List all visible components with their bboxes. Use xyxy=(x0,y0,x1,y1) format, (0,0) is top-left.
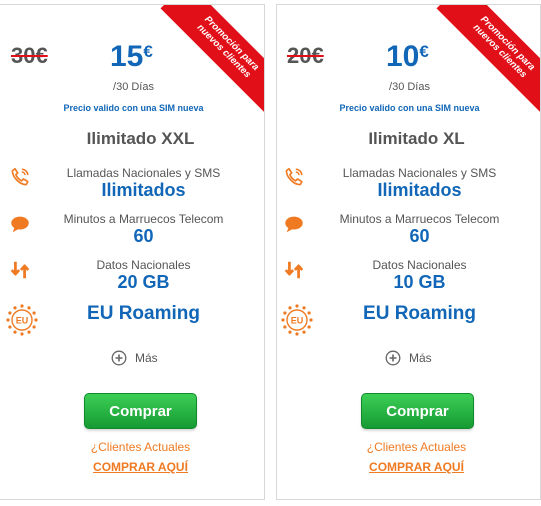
existing-clients-label: ¿Clientes Actuales xyxy=(90,440,191,454)
data-value: 20 GB xyxy=(117,272,170,292)
data-label: Datos Nacionales xyxy=(96,258,191,272)
promo-ribbon: Promoción para nuevos clientes xyxy=(160,5,264,115)
intl-minutes-value: 60 xyxy=(133,226,154,246)
current-price: 15€ xyxy=(110,40,153,74)
price-currency: € xyxy=(419,42,429,61)
promo-ribbon: Promoción para nuevos clientes xyxy=(436,5,540,115)
old-price: 30€ xyxy=(11,43,48,68)
price-valid-note: Precio valido con una SIM nueva xyxy=(63,103,204,113)
price-number: 10 xyxy=(386,40,420,73)
intl-minutes-label: Minutos a Marruecos Telecom xyxy=(339,212,500,226)
price-currency: € xyxy=(143,42,153,61)
existing-clients-label: ¿Clientes Actuales xyxy=(366,440,467,454)
intl-minutes-label: Minutos a Marruecos Telecom xyxy=(63,212,224,226)
calls-label: Llamadas Nacionales y SMS xyxy=(342,166,497,180)
more-details-toggle[interactable]: Más xyxy=(385,350,432,366)
billing-period: /30 Días xyxy=(389,81,430,93)
calls-value: Ilimitados xyxy=(101,180,186,200)
price-valid-note: Precio valido con una SIM nueva xyxy=(339,103,480,113)
buy-button[interactable]: Comprar xyxy=(361,393,474,429)
data-label: Datos Nacionales xyxy=(372,258,467,272)
plan-card-xxl: Promoción para nuevos clientes 30€ 15€ /… xyxy=(0,4,265,500)
eu-roaming: EU Roaming xyxy=(363,303,476,324)
plan-name: Ilimitado XL xyxy=(368,129,465,148)
plus-circle-icon xyxy=(385,350,401,366)
current-price: 10€ xyxy=(386,40,429,74)
billing-period: /30 Días xyxy=(113,81,154,93)
buy-here-link[interactable]: COMPRAR AQUÍ xyxy=(0,460,264,474)
data-value: 10 GB xyxy=(393,272,446,292)
more-details-toggle[interactable]: Más xyxy=(111,350,158,366)
plus-circle-icon xyxy=(111,350,127,366)
intl-minutes-value: 60 xyxy=(409,226,430,246)
more-label: Más xyxy=(409,351,432,365)
calls-label: Llamadas Nacionales y SMS xyxy=(66,166,221,180)
buy-here-link[interactable]: COMPRAR AQUÍ xyxy=(277,460,540,474)
plan-card-xl: Promoción para nuevos clientes 20€ 10€ /… xyxy=(276,4,541,500)
calls-value: Ilimitados xyxy=(377,180,462,200)
plan-name: Ilimitado XXL xyxy=(86,129,195,148)
price-number: 15 xyxy=(110,40,144,73)
more-label: Más xyxy=(135,351,158,365)
old-price: 20€ xyxy=(287,43,324,68)
eu-roaming: EU Roaming xyxy=(87,303,200,324)
buy-button[interactable]: Comprar xyxy=(84,393,197,429)
